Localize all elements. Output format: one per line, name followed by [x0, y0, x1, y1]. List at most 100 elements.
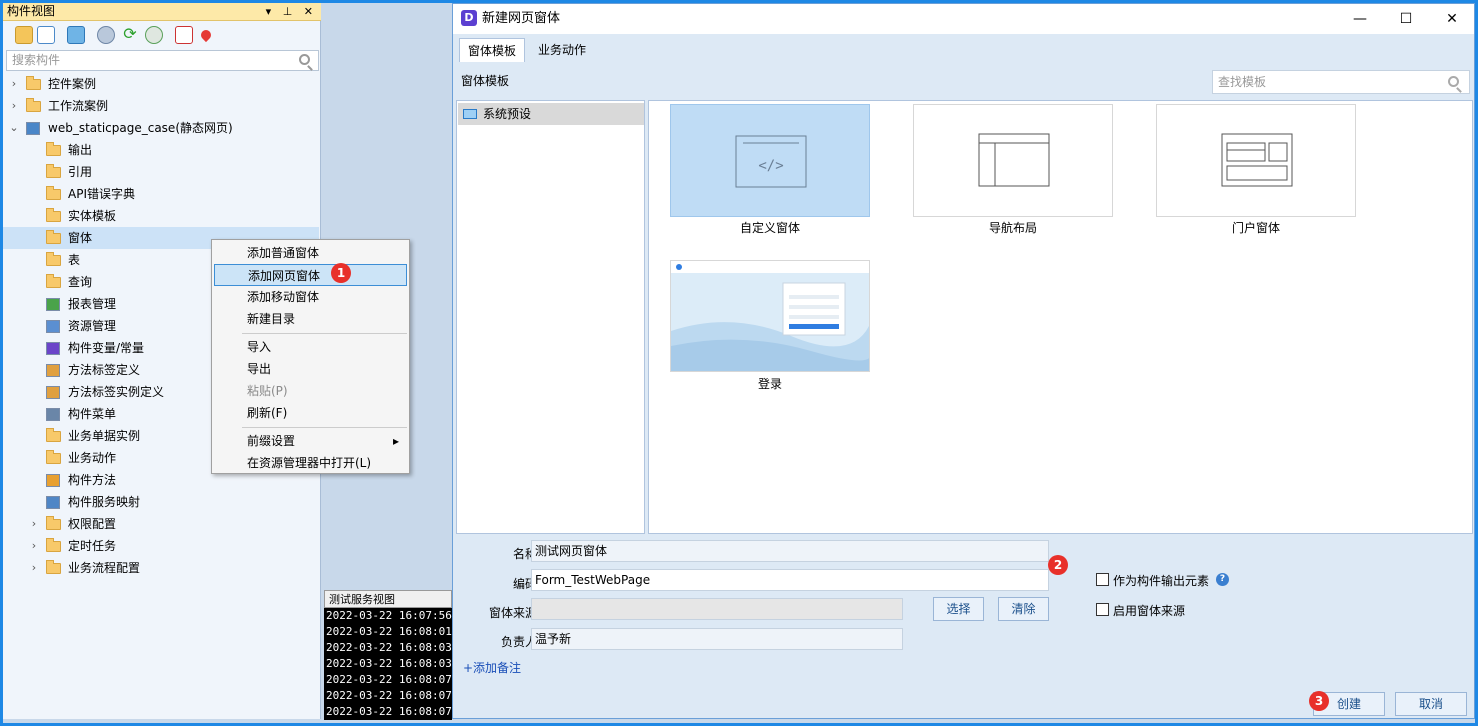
menu-item-add-mobile-form[interactable]: 添加移动窗体 — [214, 286, 407, 308]
test-service-view: 测试服务视图 2022-03-22 16:07:56 ] 2022-03-22 1… — [324, 590, 452, 720]
search-placeholder: 搜索构件 — [12, 53, 61, 67]
select-button[interactable]: 选择 — [933, 597, 984, 621]
folder-icon — [46, 252, 61, 266]
tab-form-templates[interactable]: 窗体模板 — [459, 38, 526, 62]
tree-item[interactable]: 构件服务映射 — [3, 491, 319, 513]
tree-item-label: 窗体 — [68, 231, 93, 245]
menu-item-prefix-settings[interactable]: 前缀设置 ▸ — [214, 430, 407, 452]
tree-item[interactable]: API错误字典 — [3, 183, 319, 205]
menu-item-new-directory[interactable]: 新建目录 — [214, 308, 407, 330]
remove-icon[interactable] — [175, 26, 193, 44]
menu-separator — [242, 333, 407, 334]
tree-item-label: 方法标签实例定义 — [68, 385, 165, 399]
tree-item-label: 构件菜单 — [68, 407, 117, 421]
tab-business-actions[interactable]: 业务动作 — [530, 38, 594, 62]
expand-toggle-icon[interactable]: › — [28, 513, 40, 535]
menu-item-paste: 粘贴(P) — [247, 384, 288, 398]
tree-item-label: 查询 — [68, 275, 93, 289]
menu-item-export[interactable]: 导出 — [214, 358, 407, 380]
name-input[interactable]: 测试网页窗体 — [531, 540, 1049, 562]
tag-icon — [46, 364, 60, 377]
template-card-portal-form[interactable] — [1156, 104, 1356, 217]
expand-toggle-icon[interactable]: › — [28, 557, 40, 579]
minimize-button[interactable]: — — [1337, 4, 1383, 34]
add-note-link[interactable]: +添加备注 — [463, 659, 521, 676]
folder-icon — [46, 164, 61, 178]
expand-toggle-icon[interactable]: › — [8, 73, 20, 95]
new-item-icon[interactable] — [37, 26, 55, 44]
tree-item[interactable]: › 工作流案例 — [3, 95, 319, 117]
close-button[interactable]: ✕ — [1429, 4, 1475, 34]
tree-item[interactable]: › 业务流程配置 — [3, 557, 319, 579]
folder-icon — [26, 98, 41, 112]
monitor-icon — [463, 109, 477, 119]
template-name: 自定义窗体 — [739, 221, 800, 235]
output-element-checkbox[interactable] — [1096, 573, 1109, 586]
refresh-icon[interactable]: ⟳ — [121, 26, 139, 44]
cancel-button[interactable]: 取消 — [1395, 692, 1467, 716]
tree-item[interactable]: 实体模板 — [3, 205, 319, 227]
app-logo-icon: D — [461, 10, 477, 26]
log-lines: 2022-03-22 16:07:56 ] 2022-03-22 16:08:01… — [324, 608, 452, 720]
category-item-system-preset[interactable]: 系统预设 — [458, 103, 644, 125]
help-icon[interactable]: ? — [1216, 573, 1229, 586]
tree-item[interactable]: › 控件案例 — [3, 73, 319, 95]
submenu-arrow-icon: ▸ — [392, 434, 399, 448]
template-card-login[interactable] — [670, 260, 871, 372]
tree-item[interactable]: 引用 — [3, 161, 319, 183]
tree-item-label: 输出 — [68, 143, 93, 157]
log-line: 2022-03-22 16:08:01 ] — [326, 625, 452, 638]
panel-window-controls[interactable]: ▾ ⊥ ✕ — [266, 3, 317, 20]
folder-icon — [46, 208, 61, 222]
search-icon[interactable] — [1448, 76, 1459, 87]
expand-toggle-icon[interactable]: › — [28, 535, 40, 557]
panel-title: 构件视图 ▾ ⊥ ✕ — [3, 3, 321, 21]
tree-item[interactable]: › 权限配置 — [3, 513, 319, 535]
menu-item-open-in-explorer[interactable]: 在资源管理器中打开(L) — [214, 452, 407, 474]
svg-text:</>: </> — [758, 158, 783, 174]
tag-icon — [46, 386, 60, 399]
template-card-nav-layout[interactable] — [913, 104, 1113, 217]
expand-toggle-icon[interactable]: › — [8, 95, 20, 117]
cloud-check-icon[interactable] — [145, 26, 163, 44]
step-badge-1: 1 — [331, 263, 351, 283]
menu-item-add-web-form[interactable]: 添加网页窗体 — [214, 264, 407, 286]
template-search-input[interactable]: 查找模板 — [1212, 70, 1470, 94]
nav-layout-icon — [978, 133, 1050, 187]
tree-item-label: 权限配置 — [68, 517, 117, 531]
enable-source-checkbox[interactable] — [1096, 603, 1109, 616]
enable-source-label: 启用窗体来源 — [1113, 604, 1186, 618]
tree-item[interactable]: › 定时任务 — [3, 535, 319, 557]
log-line: 2022-03-22 16:07:56 ] — [326, 609, 452, 622]
panel-toolbar: ⟳ — [3, 22, 321, 48]
dialog-tabs: 窗体模板 业务动作 — [453, 34, 1474, 62]
settings-icon[interactable] — [97, 26, 115, 44]
open-folder-icon[interactable] — [15, 26, 33, 44]
template-card-custom-form[interactable]: </> — [670, 104, 870, 217]
folder-icon — [46, 142, 61, 156]
clear-button[interactable]: 清除 — [998, 597, 1049, 621]
tree-item-label: 表 — [68, 253, 81, 267]
new-window-icon[interactable] — [67, 26, 85, 44]
maximize-button[interactable]: ☐ — [1383, 4, 1429, 34]
step-badge-2: 2 — [1048, 555, 1068, 575]
tree-item[interactable]: 输出 — [3, 139, 319, 161]
search-icon[interactable] — [299, 54, 310, 65]
tree-item-label: 定时任务 — [68, 539, 117, 553]
menu-icon — [46, 408, 60, 421]
log-line: 2022-03-22 16:08:03 ] — [326, 657, 452, 670]
code-input[interactable]: Form_TestWebPage — [531, 569, 1049, 591]
context-menu: 添加普通窗体 添加网页窗体 添加移动窗体 新建目录 导入 导出 粘贴(P) 刷新… — [211, 239, 410, 474]
menu-item-import[interactable]: 导入 — [214, 336, 407, 358]
map-icon — [46, 496, 60, 509]
tree-item-label: 业务动作 — [68, 451, 117, 465]
owner-input[interactable]: 温予新 — [531, 628, 903, 650]
expand-toggle-icon[interactable]: ⌄ — [8, 117, 20, 139]
menu-item-refresh[interactable]: 刷新(F) — [214, 402, 407, 424]
tree-item[interactable]: ⌄ web_staticpage_case(静态网页) — [3, 117, 319, 139]
menu-item-add-normal-form[interactable]: 添加普通窗体 — [214, 242, 407, 264]
location-pin-icon[interactable] — [198, 27, 214, 43]
tree-item-label: 构件方法 — [68, 473, 117, 487]
log-line: 2022-03-22 16:08:07 ] — [326, 673, 452, 686]
component-search-input[interactable]: 搜索构件 — [6, 50, 319, 71]
